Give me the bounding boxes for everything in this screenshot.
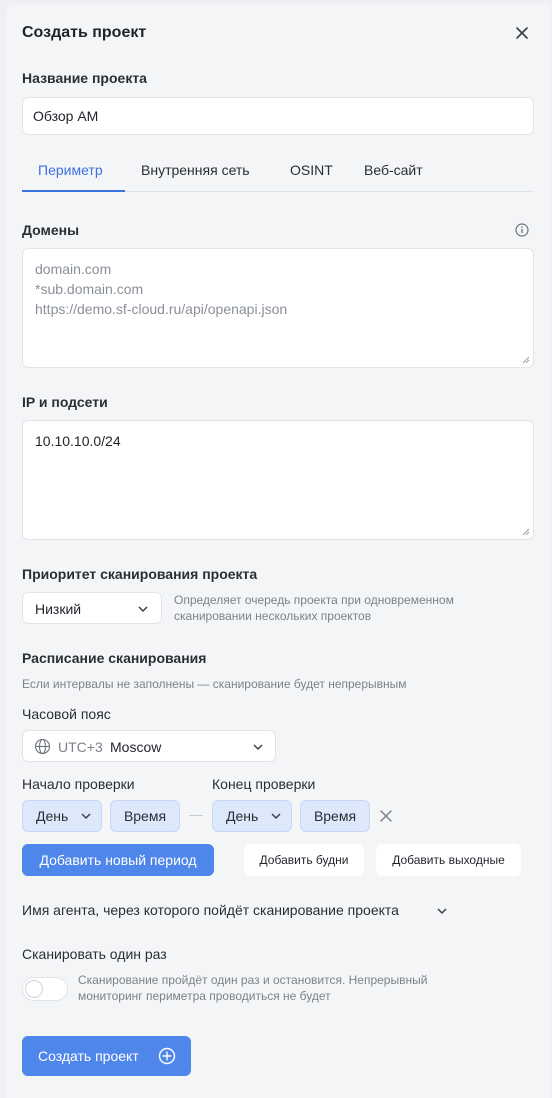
project-name-label: Название проекта (22, 70, 147, 86)
end-label: Конец проверки (212, 776, 316, 792)
domains-label: Домены (22, 222, 80, 238)
ip-label: IP и подсети (22, 394, 108, 410)
tab-bar: Периметр Внутренняя сеть OSINT Веб-сайт (22, 154, 534, 192)
timezone-label: Часовой пояс (22, 706, 111, 722)
range-separator: — (189, 806, 203, 822)
close-icon[interactable] (513, 24, 531, 42)
timezone-offset: UTC+3 (58, 739, 103, 755)
start-day-value: День (36, 808, 69, 824)
resize-handle-icon[interactable] (522, 528, 530, 536)
globe-icon (34, 738, 51, 755)
end-day-select[interactable]: День (212, 800, 292, 832)
add-weekdays-button[interactable]: Добавить будни (244, 844, 364, 876)
tab-website[interactable]: Веб-сайт (364, 154, 423, 192)
end-day-value: День (226, 808, 259, 824)
priority-label: Приоритет сканирования проекта (22, 566, 258, 582)
plus-circle-icon (158, 1047, 176, 1065)
schedule-label: Расписание сканирования (22, 650, 207, 666)
timezone-city: Moscow (110, 739, 162, 755)
chevron-down-icon (271, 813, 281, 820)
start-day-select[interactable]: День (22, 800, 102, 832)
ip-textarea[interactable]: 10.10.10.0/24 (22, 420, 534, 540)
create-project-button[interactable]: Создать проект (22, 1036, 191, 1076)
ip-value: 10.10.10.0/24 (35, 433, 121, 449)
active-tab-indicator (22, 190, 125, 192)
priority-select[interactable]: Низкий (22, 592, 162, 624)
start-label: Начало проверки (22, 776, 135, 792)
tab-perimeter[interactable]: Периметр (38, 154, 103, 192)
remove-period-icon[interactable] (379, 809, 393, 823)
agent-expander[interactable]: Имя агента, через которого пойдёт сканир… (22, 902, 399, 918)
priority-value: Низкий (35, 601, 82, 617)
timezone-select[interactable]: UTC+3 Moscow (22, 730, 276, 762)
scan-once-hint: Сканирование пройдёт один раз и останови… (78, 973, 428, 1003)
chevron-down-icon (81, 813, 91, 820)
resize-handle-icon[interactable] (522, 356, 530, 364)
chevron-down-icon[interactable] (436, 905, 448, 917)
add-period-button[interactable]: Добавить новый период (22, 844, 214, 876)
info-icon[interactable] (515, 223, 529, 237)
create-project-label: Создать проект (38, 1048, 139, 1064)
priority-hint: Определяет очередь проекта при одновреме… (174, 593, 454, 623)
domains-textarea[interactable]: domain.com *sub.domain.com https://demo.… (22, 248, 534, 368)
create-project-dialog: Создать проект Название проекта Обзор АМ… (6, 4, 550, 1098)
scan-once-toggle[interactable] (22, 977, 68, 1001)
tab-internal-network[interactable]: Внутренняя сеть (141, 154, 250, 192)
end-time-input[interactable]: Время (300, 800, 370, 832)
chevron-down-icon (253, 744, 263, 751)
schedule-hint: Если интервалы не заполнены — сканирован… (22, 677, 407, 691)
scan-once-label: Сканировать один раз (22, 946, 167, 962)
chevron-down-icon (138, 606, 148, 613)
project-name-input[interactable]: Обзор АМ (22, 97, 534, 135)
add-weekends-button[interactable]: Добавить выходные (376, 844, 521, 876)
domains-placeholder: domain.com *sub.domain.com https://demo.… (35, 261, 288, 317)
dialog-title: Создать проект (22, 24, 147, 41)
toggle-knob (25, 980, 43, 998)
tab-osint[interactable]: OSINT (290, 154, 333, 192)
agent-label: Имя агента, через которого пойдёт сканир… (22, 902, 399, 918)
start-time-input[interactable]: Время (110, 800, 180, 832)
